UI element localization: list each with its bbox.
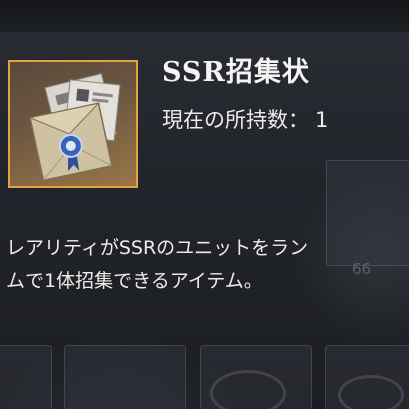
ssr-recruitment-letter-icon	[28, 73, 121, 182]
owned-count-value: 1	[315, 108, 329, 132]
item-icon-frame	[8, 60, 138, 188]
owned-count-row: 現在の所持数： 1	[162, 104, 328, 134]
owned-count-label: 現在の所持数：	[162, 108, 309, 132]
description-line: ムで1体招集できるアイテム。	[6, 270, 263, 292]
background-item-slot	[64, 345, 186, 409]
background-ring-icon	[210, 370, 286, 409]
item-detail-screen: 66 SSR招集状 現在の所持数： 1 レアリティがSSRのユニットをラン ムで…	[0, 0, 409, 409]
description-line: レアリティがSSRのユニットをラン	[6, 237, 309, 259]
item-description: レアリティがSSRのユニットをラン ムで1体招集できるアイテム。	[6, 232, 409, 298]
item-name: SSR招集状	[162, 57, 310, 88]
background-ring-icon	[338, 375, 404, 409]
background-item-slot	[0, 345, 52, 409]
top-band	[0, 0, 409, 32]
